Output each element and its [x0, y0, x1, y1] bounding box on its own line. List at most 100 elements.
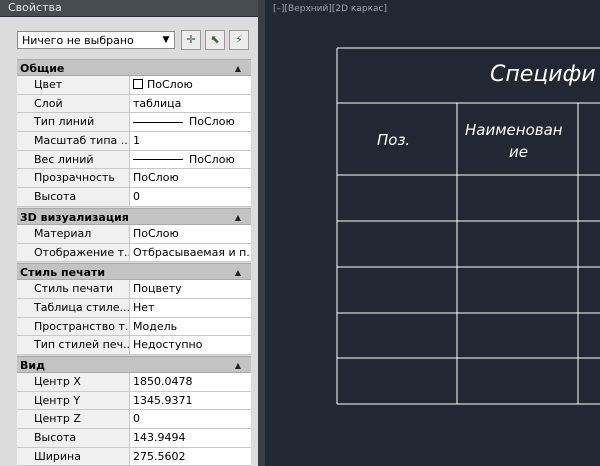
toggle-pickadd-button[interactable]: ✛: [181, 30, 201, 50]
property-row[interactable]: Ширина 275.5602: [17, 447, 251, 466]
object-type-value: Ничего не выбрано: [22, 34, 134, 47]
property-value[interactable]: ПоСлою: [130, 113, 251, 131]
line-sample-icon: [133, 121, 183, 123]
palette-scrollbar[interactable]: [258, 0, 265, 466]
section-title: Общие: [20, 62, 65, 75]
section-title: Стиль печати: [20, 266, 106, 280]
select-objects-icon: ⬉: [210, 33, 220, 46]
property-row[interactable]: Таблица стиле... Нет: [17, 298, 251, 318]
property-value-text: 275.5602: [133, 449, 186, 463]
selection-row: Ничего не выбрано ▼ ✛ ⬉ ⚡: [0, 26, 258, 56]
property-value-text: Поцвету: [133, 282, 182, 296]
property-row[interactable]: Центр Z0: [17, 410, 251, 429]
properties-palette: Свойства Ничего не выбрано ▼ ✛ ⬉ ⚡ Общие…: [0, 0, 258, 466]
property-value-text: ПоСлою: [133, 171, 179, 185]
property-name: Центр X: [17, 372, 130, 391]
property-value[interactable]: таблица: [130, 95, 251, 113]
object-type-select[interactable]: Ничего не выбрано ▼: [17, 31, 175, 49]
property-row[interactable]: Тип стилей печ... Недоступно: [17, 336, 251, 355]
chevron-down-icon[interactable]: ▼: [160, 33, 172, 47]
property-row[interactable]: Масштаб типа ... 1: [17, 132, 251, 151]
property-row[interactable]: Материал ПоСлою: [17, 224, 251, 244]
property-value-text: 1: [133, 134, 140, 148]
drawing-viewport[interactable]: [–][Верхний][2D каркас] Специфи Поз. Наи…: [265, 0, 600, 466]
property-value[interactable]: Модель: [130, 318, 251, 336]
quick-select-icon: ⚡: [235, 33, 243, 46]
property-value[interactable]: ПоСлою: [130, 151, 251, 169]
section-header[interactable]: Вид ▲: [17, 355, 251, 374]
section-title: 3D визуализация: [20, 210, 129, 224]
property-value[interactable]: 0: [130, 410, 251, 428]
property-row[interactable]: Центр Y 1345.9371: [17, 391, 251, 411]
table-title: Специфи: [490, 62, 596, 87]
property-value-text: Недоступно: [133, 338, 203, 352]
property-value-text: 1345.9371: [133, 393, 193, 407]
property-name: Центр Y: [17, 391, 130, 410]
pickadd-icon: ✛: [186, 33, 196, 46]
property-value[interactable]: Нет: [130, 299, 251, 317]
property-row[interactable]: Слой таблица: [17, 94, 251, 114]
property-value[interactable]: ПоСлою: [130, 225, 251, 243]
select-objects-button[interactable]: ⬉: [205, 30, 225, 50]
color-swatch-icon: [133, 79, 143, 89]
property-row[interactable]: Цвет ПоСлою: [17, 76, 251, 95]
property-row[interactable]: Высота 143.9494: [17, 429, 251, 448]
quick-select-button[interactable]: ⚡: [229, 30, 249, 50]
property-value[interactable]: 143.9494: [130, 429, 251, 447]
property-name: Прозрачность: [17, 169, 130, 188]
property-value[interactable]: Отбрасываемая и п...: [130, 244, 251, 262]
property-value[interactable]: 1: [130, 132, 251, 150]
property-name: Пространство т...: [17, 317, 130, 336]
property-list: Общие ▲ Цвет ПоСлою Слой таблица Тип линий ПоСл…: [17, 58, 251, 466]
property-row[interactable]: Отображение т... Отбрасываемая и п...: [17, 243, 251, 263]
property-value[interactable]: Поцвету: [130, 280, 251, 298]
property-name: Материал: [17, 224, 130, 243]
collapse-arrow-icon[interactable]: ▲: [235, 60, 241, 77]
property-name: Тип стилей печ...: [17, 336, 130, 354]
property-value-text: 0: [133, 412, 140, 426]
property-name: Высота: [17, 188, 130, 206]
property-value-text: таблица: [133, 96, 182, 110]
column-header-pos: Поз.: [377, 131, 411, 149]
property-row[interactable]: Пространство т... Модель: [17, 317, 251, 337]
property-name: Центр Z: [17, 410, 130, 428]
property-value[interactable]: 0: [130, 188, 251, 206]
property-value-text: 1850.0478: [133, 374, 193, 388]
property-row[interactable]: Прозрачность ПоСлою: [17, 169, 251, 189]
property-name: Ширина: [17, 447, 130, 466]
line-sample-icon: [133, 159, 183, 161]
property-value[interactable]: 275.5602: [130, 448, 251, 466]
property-value[interactable]: 1850.0478: [130, 373, 251, 391]
property-value-text: Нет: [133, 300, 155, 314]
property-name: Высота: [17, 429, 130, 447]
property-value[interactable]: Недоступно: [130, 336, 251, 354]
specification-table-lines: [336, 47, 600, 405]
property-name: Отображение т...: [17, 243, 130, 262]
section-header[interactable]: 3D визуализация ▲: [17, 207, 251, 226]
property-name: Вес линий: [17, 150, 130, 169]
property-value-text: ПоСлою: [189, 115, 235, 129]
property-value-text: ПоСлою: [147, 78, 193, 91]
property-name: Стиль печати: [17, 280, 130, 298]
property-value-text: 0: [133, 190, 140, 204]
property-value-text: 143.9494: [133, 431, 186, 444]
property-row[interactable]: Стиль печати Поцвету: [17, 280, 251, 299]
section-title: Вид: [20, 358, 45, 372]
property-name: Тип линий: [17, 113, 130, 132]
property-value-text: ПоСлою: [133, 226, 179, 240]
collapse-arrow-icon[interactable]: ▲: [235, 357, 241, 374]
property-row[interactable]: Центр X 1850.0478: [17, 372, 251, 392]
property-value[interactable]: 1345.9371: [130, 392, 251, 410]
property-name: Таблица стиле...: [17, 298, 130, 317]
collapse-arrow-icon[interactable]: ▲: [235, 209, 241, 226]
property-row[interactable]: Тип линий ПоСлою: [17, 113, 251, 133]
collapse-arrow-icon[interactable]: ▲: [235, 264, 241, 281]
section-header[interactable]: Стиль печати ▲: [17, 263, 251, 281]
section-header[interactable]: Общие ▲: [17, 59, 251, 76]
property-row[interactable]: Вес линий ПоСлою: [17, 150, 251, 170]
property-row[interactable]: Высота 0: [17, 188, 251, 207]
property-value[interactable]: ПоСлою: [130, 76, 251, 94]
property-value-text: Отбрасываемая и п...: [133, 245, 251, 259]
property-name: Масштаб типа ...: [17, 132, 130, 150]
property-value[interactable]: ПоСлою: [130, 169, 251, 187]
